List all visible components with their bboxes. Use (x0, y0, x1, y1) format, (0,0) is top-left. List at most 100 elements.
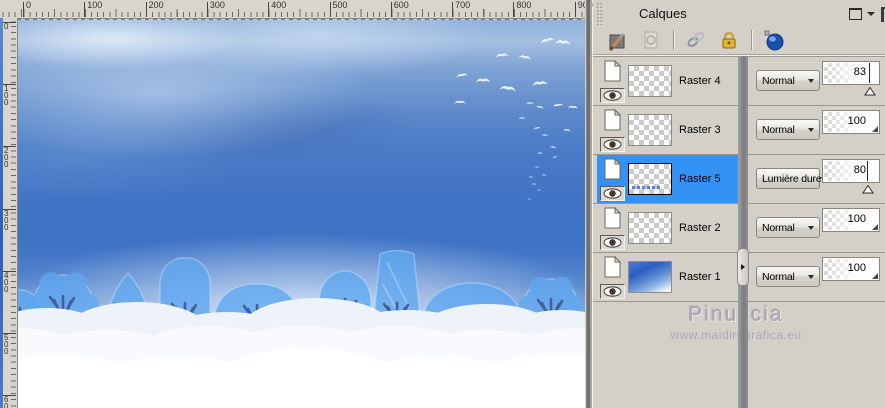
opacity-value: 100 (847, 115, 866, 127)
ruler-major-tick (452, 2, 454, 17)
opacity-value: 83 (853, 66, 866, 78)
layer-name: Raster 1 (679, 271, 721, 283)
layer-icon-column (599, 108, 625, 152)
opacity-checker (824, 161, 878, 181)
layer-row-left[interactable]: Raster 4 (597, 57, 738, 105)
layer-row-left[interactable]: Raster 1 (597, 253, 738, 301)
eye-icon[interactable] (599, 283, 625, 299)
bird-icon (518, 117, 526, 120)
snow-hills (17, 298, 585, 408)
pin-icon[interactable] (881, 7, 885, 22)
blend-mode-dropdown[interactable]: Normal (756, 119, 820, 140)
bird-icon (495, 53, 509, 58)
eye-icon[interactable] (599, 185, 625, 201)
bird-icon (518, 55, 531, 61)
opacity-corner-grip[interactable] (872, 273, 878, 279)
edit-brush-icon[interactable] (607, 29, 629, 51)
opacity-slider[interactable]: 80 (822, 159, 880, 194)
drag-grip-icon[interactable] (596, 2, 603, 25)
blend-mode-label: Normal (762, 74, 795, 87)
layer-type-icon (602, 255, 622, 283)
chevron-down-icon (808, 226, 814, 233)
pane-collapse-handle[interactable] (737, 248, 749, 286)
blend-mode-dropdown[interactable]: Normal (756, 266, 820, 287)
image-canvas[interactable] (17, 18, 585, 408)
opacity-corner-grip[interactable] (872, 126, 878, 132)
bird-icon (454, 100, 466, 104)
eye-icon[interactable] (599, 234, 625, 250)
ruler-tick-label: 6 0 0 (4, 395, 9, 408)
blend-mode-dropdown[interactable]: Lumière dure (756, 168, 828, 189)
layer-thumbnail[interactable] (628, 163, 672, 195)
thumbnail-text-mark (632, 186, 660, 189)
ruler-tick-label: 1 0 0 (4, 84, 9, 108)
blend-mode-label: Normal (762, 123, 795, 136)
sphere-tool-icon[interactable] (763, 29, 785, 51)
opacity-corner-grip[interactable] (872, 224, 878, 230)
bird-icon (552, 156, 558, 159)
palette-header[interactable]: Calques (593, 0, 885, 26)
layer-row-left[interactable]: Raster 2 (597, 204, 738, 252)
layer-icon-column (599, 255, 625, 299)
chevron-down-icon (808, 275, 814, 282)
ruler-major-tick (145, 2, 147, 17)
opacity-slider-line[interactable] (867, 161, 868, 181)
layer-type-icon (602, 59, 622, 87)
opacity-slider-thumb[interactable] (861, 181, 874, 194)
opacity-slider[interactable]: 83 (822, 61, 880, 96)
bird-icon (499, 85, 516, 92)
palette-toolbar (593, 27, 885, 53)
bird-flock (454, 37, 579, 200)
bird-icon (528, 176, 534, 178)
blend-mode-dropdown[interactable]: Normal (756, 70, 820, 91)
opacity-value: 80 (853, 164, 866, 176)
chevron-down-icon (808, 79, 814, 86)
chevron-down-icon[interactable] (867, 12, 875, 20)
ruler-major-tick (23, 2, 24, 17)
layer-name: Raster 3 (679, 124, 721, 136)
float-window-icon[interactable] (849, 8, 862, 20)
watermark-name: Pinuccia (688, 303, 784, 326)
chevron-right-icon (741, 264, 748, 270)
bird-icon (527, 198, 531, 200)
bird-icon (541, 174, 547, 177)
eye-icon[interactable] (599, 87, 625, 103)
pane-splitter[interactable] (738, 56, 748, 408)
blend-mode-label: Normal (762, 221, 795, 234)
layer-row-left[interactable]: Raster 3 (597, 106, 738, 154)
ruler-tick-label: 2 0 0 (4, 146, 9, 170)
layer-thumbnail[interactable] (628, 114, 672, 146)
bird-icon (549, 146, 556, 149)
ruler-tick-label: 800 (516, 0, 532, 10)
palette-title: Calques (639, 6, 687, 21)
link-layers-icon[interactable] (685, 29, 707, 51)
lock-transparency-icon[interactable] (718, 29, 740, 51)
opacity-slider[interactable]: 100 (822, 257, 880, 281)
layer-row-left[interactable]: Raster 5 (597, 155, 738, 203)
opacity-slider-line[interactable] (869, 63, 870, 83)
layer-thumbnail[interactable] (628, 261, 672, 293)
mask-icon[interactable] (640, 29, 662, 51)
bird-icon (536, 105, 544, 109)
watermark-url: www.maidiregrafica.eu (670, 328, 802, 342)
ruler-tick-label: 4 0 0 (4, 270, 9, 294)
ruler-tick-label: 100 (87, 0, 103, 10)
bird-icon (541, 134, 549, 136)
layer-icon-column (599, 59, 625, 103)
ruler-major-tick (574, 2, 576, 17)
winter-scene-artwork (17, 37, 585, 408)
opacity-slider-thumb[interactable] (863, 83, 876, 96)
layer-icon-column (599, 157, 625, 201)
workspace-splitter[interactable] (585, 0, 592, 408)
bird-icon (537, 152, 543, 154)
layer-thumbnail[interactable] (628, 65, 672, 97)
ruler-major-tick (84, 2, 86, 17)
blend-mode-dropdown[interactable]: Normal (756, 217, 820, 238)
chevron-down-icon (808, 128, 814, 135)
layer-thumbnail[interactable] (628, 212, 672, 244)
opacity-slider[interactable]: 100 (822, 110, 880, 134)
eye-icon[interactable] (599, 136, 625, 152)
layer-type-icon (602, 206, 622, 234)
bird-icon (531, 183, 537, 185)
opacity-slider[interactable]: 100 (822, 208, 880, 232)
